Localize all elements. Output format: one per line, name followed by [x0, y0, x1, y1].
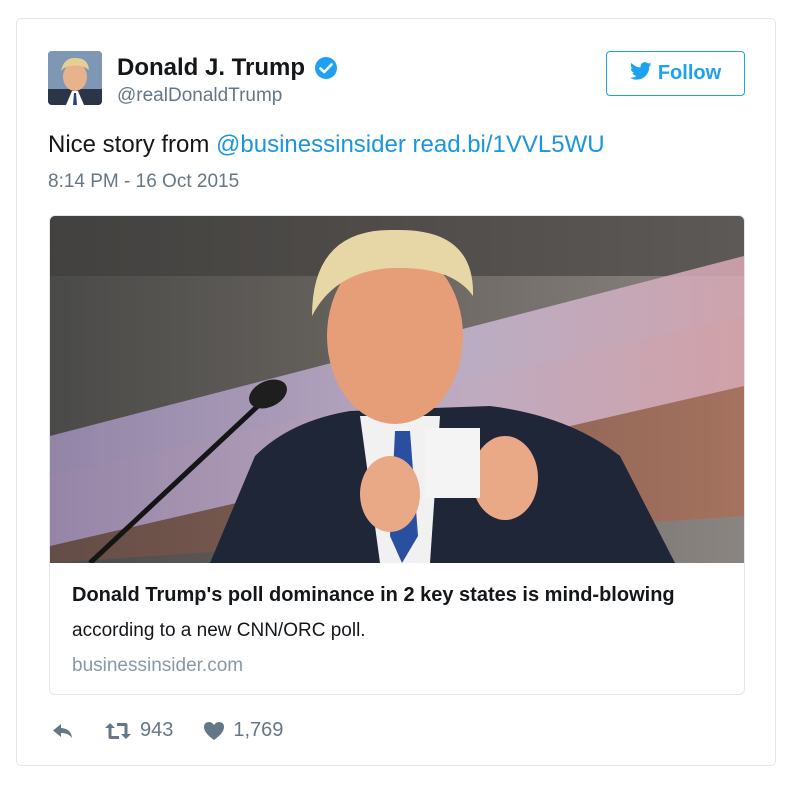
- retweet-button[interactable]: 943: [104, 719, 173, 742]
- follow-button[interactable]: Follow: [606, 51, 745, 96]
- tweet-card: Donald J. Trump @realDonaldTrump Follow …: [16, 18, 776, 766]
- retweet-icon: [105, 722, 131, 739]
- link-preview-card[interactable]: Donald Trump's poll dominance in 2 key s…: [49, 215, 745, 695]
- like-button[interactable]: 1,769: [203, 719, 283, 742]
- url-link[interactable]: read.bi/1VVL5WU: [413, 131, 605, 158]
- avatar[interactable]: [48, 51, 102, 105]
- tweet-text-prefix: Nice story from: [48, 131, 217, 158]
- card-description: according to a new CNN/ORC poll.: [72, 620, 366, 641]
- card-photo: [50, 216, 744, 563]
- tweet-actions: 943 1,769: [50, 719, 283, 742]
- tweet-text: Nice story from @businessinsider read.bi…: [48, 131, 605, 159]
- retweet-count: 943: [140, 719, 174, 741]
- follow-label: Follow: [657, 62, 722, 84]
- card-title[interactable]: Donald Trump's poll dominance in 2 key s…: [72, 584, 675, 607]
- display-name-row[interactable]: Donald J. Trump: [117, 54, 338, 82]
- like-count: 1,769: [233, 719, 284, 741]
- card-domain: businessinsider.com: [72, 655, 244, 676]
- reply-button[interactable]: [50, 721, 74, 741]
- reply-icon: [53, 723, 72, 738]
- user-handle[interactable]: @realDonaldTrump: [117, 85, 282, 107]
- heart-icon: [204, 721, 225, 740]
- verified-badge-icon: [314, 56, 338, 80]
- mention-link[interactable]: @businessinsider: [216, 131, 406, 158]
- tweet-timestamp[interactable]: 8:14 PM - 16 Oct 2015: [48, 171, 239, 193]
- twitter-bird-icon: [629, 61, 652, 86]
- display-name[interactable]: Donald J. Trump: [117, 54, 305, 82]
